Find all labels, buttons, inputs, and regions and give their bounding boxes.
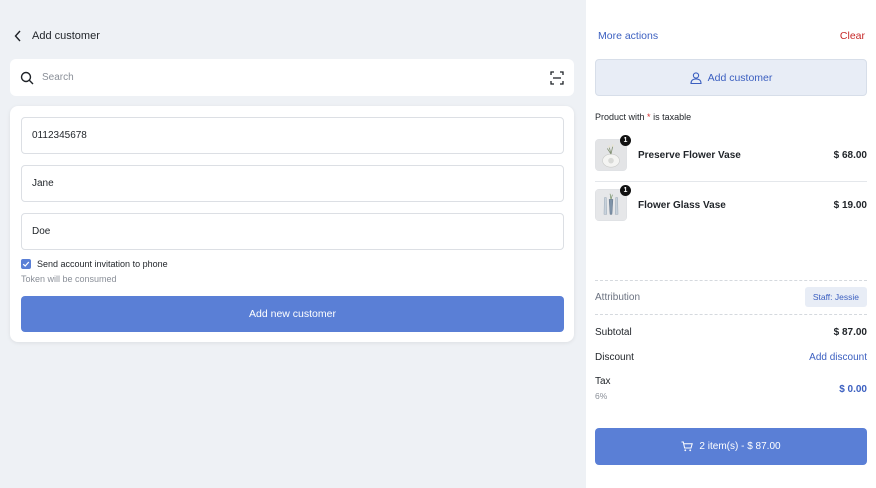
- tax-value-row: $ 0.00: [595, 384, 867, 395]
- cart-panel: More actions Clear Add customer Product …: [586, 0, 876, 488]
- section-divider: [595, 314, 867, 315]
- section-divider: [595, 280, 867, 281]
- search-icon: [20, 71, 34, 84]
- phone-value: 0112345678: [32, 130, 87, 141]
- page-title: Add customer: [32, 30, 100, 42]
- check-icon: [22, 261, 30, 267]
- more-actions-link[interactable]: More actions: [598, 30, 658, 42]
- taxable-suffix: is taxable: [653, 112, 692, 122]
- add-new-customer-button[interactable]: Add new customer: [21, 296, 564, 332]
- cart-item[interactable]: 1 Flower Glass Vase $ 19.00: [595, 185, 867, 223]
- last-name-value: Doe: [32, 226, 51, 237]
- product-thumbnail: 1: [595, 135, 631, 171]
- checkout-label: 2 item(s) - $ 87.00: [699, 441, 781, 452]
- first-name-field[interactable]: Jane: [21, 165, 564, 202]
- subtotal-value: $ 87.00: [833, 327, 867, 338]
- chevron-left-icon: [14, 30, 21, 42]
- taxable-note: Product with * is taxable: [595, 112, 691, 122]
- token-hint: Token will be consumed: [21, 274, 117, 284]
- discount-label: Discount: [595, 352, 634, 363]
- attribution-row: Attribution Staff: Jessie: [595, 287, 867, 307]
- invite-checkbox[interactable]: [21, 259, 31, 269]
- back-button[interactable]: Add customer: [14, 28, 100, 44]
- attribution-label: Attribution: [595, 291, 641, 303]
- item-divider: [595, 181, 867, 182]
- staff-chip[interactable]: Staff: Jessie: [804, 287, 867, 307]
- invite-label: Send account invitation to phone: [37, 259, 168, 269]
- taxable-star: *: [647, 112, 651, 122]
- customer-panel: Add customer 0112345678 Jane Doe: [0, 0, 586, 488]
- quantity-badge: 1: [620, 185, 631, 196]
- user-icon: [690, 71, 702, 84]
- quantity-badge: 1: [620, 135, 631, 146]
- subtotal-label: Subtotal: [595, 327, 632, 338]
- product-price: $ 19.00: [833, 199, 867, 211]
- cart-item[interactable]: 1 Preserve Flower Vase $ 68.00: [595, 135, 867, 173]
- add-customer-label: Add customer: [707, 71, 773, 84]
- add-discount-link[interactable]: Add discount: [809, 352, 867, 363]
- tax-value[interactable]: $ 0.00: [839, 384, 867, 395]
- subtotal-row: Subtotal $ 87.00: [595, 327, 867, 338]
- invite-checkbox-row[interactable]: Send account invitation to phone: [21, 259, 168, 269]
- product-name: Flower Glass Vase: [638, 199, 726, 211]
- cart-icon: [681, 441, 694, 452]
- checkout-button[interactable]: 2 item(s) - $ 87.00: [595, 428, 867, 465]
- last-name-field[interactable]: Doe: [21, 213, 564, 250]
- scan-icon[interactable]: [550, 70, 564, 85]
- product-price: $ 68.00: [833, 149, 867, 161]
- new-customer-form: 0112345678 Jane Doe Send account invitat…: [10, 106, 574, 342]
- add-customer-button[interactable]: Add customer: [595, 59, 867, 96]
- first-name-value: Jane: [32, 178, 54, 189]
- cart-header: More actions Clear: [598, 30, 865, 42]
- product-name: Preserve Flower Vase: [638, 149, 741, 161]
- search-bar: [10, 59, 574, 96]
- clear-link[interactable]: Clear: [840, 30, 865, 42]
- discount-row: Discount Add discount: [595, 352, 867, 363]
- product-thumbnail: 1: [595, 185, 631, 221]
- search-input[interactable]: [42, 72, 550, 83]
- taxable-prefix: Product with: [595, 112, 645, 122]
- phone-field[interactable]: 0112345678: [21, 117, 564, 154]
